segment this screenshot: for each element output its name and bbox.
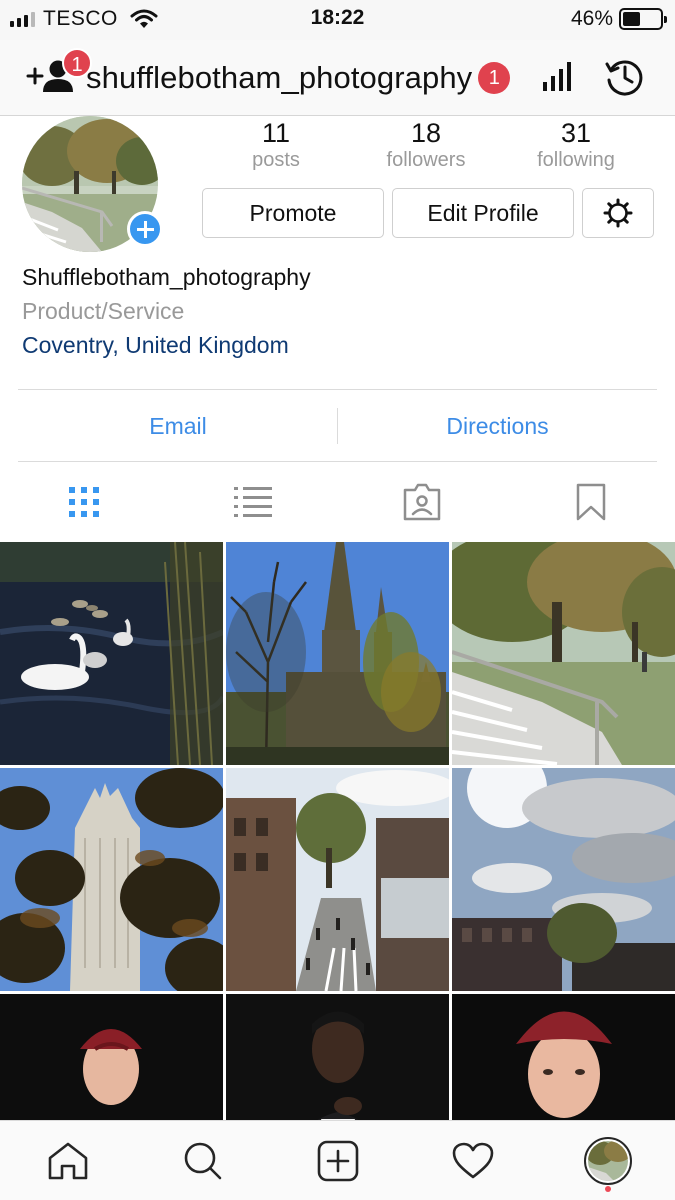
grid-photo-cathedral[interactable]	[226, 542, 449, 765]
gear-icon	[603, 198, 633, 228]
profile-notification-dot	[605, 1186, 611, 1192]
archive-icon[interactable]	[604, 56, 646, 98]
status-right: 46%	[570, 6, 667, 32]
wifi-icon	[130, 9, 158, 28]
grid-photo-black-jacket[interactable]	[226, 994, 449, 1120]
edit-profile-button[interactable]: Edit Profile	[392, 188, 574, 238]
carrier-name: TESCO	[43, 7, 118, 30]
posts-stat: 11 posts	[206, 118, 346, 172]
add-story-button[interactable]	[127, 211, 163, 247]
tab-tagged[interactable]	[338, 462, 506, 542]
nav-home[interactable]	[0, 1121, 135, 1200]
grid-photo-red-cap-closeup[interactable]	[452, 994, 675, 1120]
profile-display-name: Shufflebotham_photography	[22, 264, 311, 290]
posts-label: posts	[252, 149, 300, 171]
insights-icon[interactable]	[540, 60, 576, 94]
directions-button[interactable]: Directions	[338, 390, 657, 462]
list-icon	[234, 487, 272, 517]
profile-header: 1 shufflebotham_photography 1	[0, 40, 675, 116]
profile-avatar-thumbnail	[583, 1137, 632, 1185]
following-label[interactable]: following	[506, 148, 646, 172]
status-left: TESCO	[10, 6, 158, 32]
promote-button[interactable]: Promote	[202, 188, 384, 238]
contact-options-bar: Email Directions	[18, 389, 657, 462]
posts-count: 11	[261, 118, 291, 148]
nav-activity[interactable]	[405, 1121, 540, 1200]
settings-button[interactable]	[582, 188, 654, 238]
account-notification-badge: 1	[478, 62, 511, 94]
signal-strength-icon	[10, 11, 35, 27]
tagged-icon	[403, 483, 441, 521]
grid-photo-precinct-street[interactable]	[226, 768, 449, 991]
nav-new-post[interactable]	[270, 1121, 405, 1200]
tab-grid[interactable]	[0, 462, 168, 542]
profile-location-link[interactable]: Coventry, United Kingdom	[22, 332, 289, 359]
email-button[interactable]: Email	[18, 390, 338, 462]
search-icon	[184, 1142, 221, 1180]
battery-level	[623, 12, 640, 26]
home-icon	[48, 1142, 87, 1180]
tab-saved[interactable]	[507, 462, 675, 542]
grid-photo-tower-leaves[interactable]	[0, 768, 223, 991]
grid-photo-park-steps[interactable]	[452, 542, 675, 765]
header-username[interactable]: shufflebotham_photography	[86, 60, 472, 96]
followers-label[interactable]: followers	[356, 148, 496, 172]
heart-icon	[452, 1142, 493, 1179]
grid-photo-red-cap[interactable]	[0, 994, 223, 1120]
profile-category: Product/Service	[22, 298, 185, 324]
grid-photo-cloudy-sky[interactable]	[452, 768, 675, 991]
followers-stat[interactable]: 18 followers	[356, 118, 496, 172]
saved-icon	[576, 483, 606, 521]
grid-photo-swans[interactable]	[0, 542, 223, 765]
nav-search[interactable]	[135, 1121, 270, 1200]
battery-percentage: 46%	[570, 7, 613, 30]
bottom-navigation	[0, 1120, 675, 1200]
tab-list[interactable]	[169, 462, 337, 542]
profile-tabs	[0, 462, 675, 542]
following-count[interactable]: 31	[506, 118, 646, 148]
new-post-icon	[317, 1140, 358, 1182]
following-stat[interactable]: 31 following	[506, 118, 646, 172]
photo-grid	[0, 542, 675, 1120]
account-switcher[interactable]: shufflebotham_photography 1	[86, 58, 511, 98]
grid-icon	[69, 487, 99, 517]
battery-icon	[619, 8, 667, 30]
status-bar: TESCO 18:22 46%	[0, 0, 675, 40]
followers-count[interactable]: 18	[356, 118, 496, 148]
